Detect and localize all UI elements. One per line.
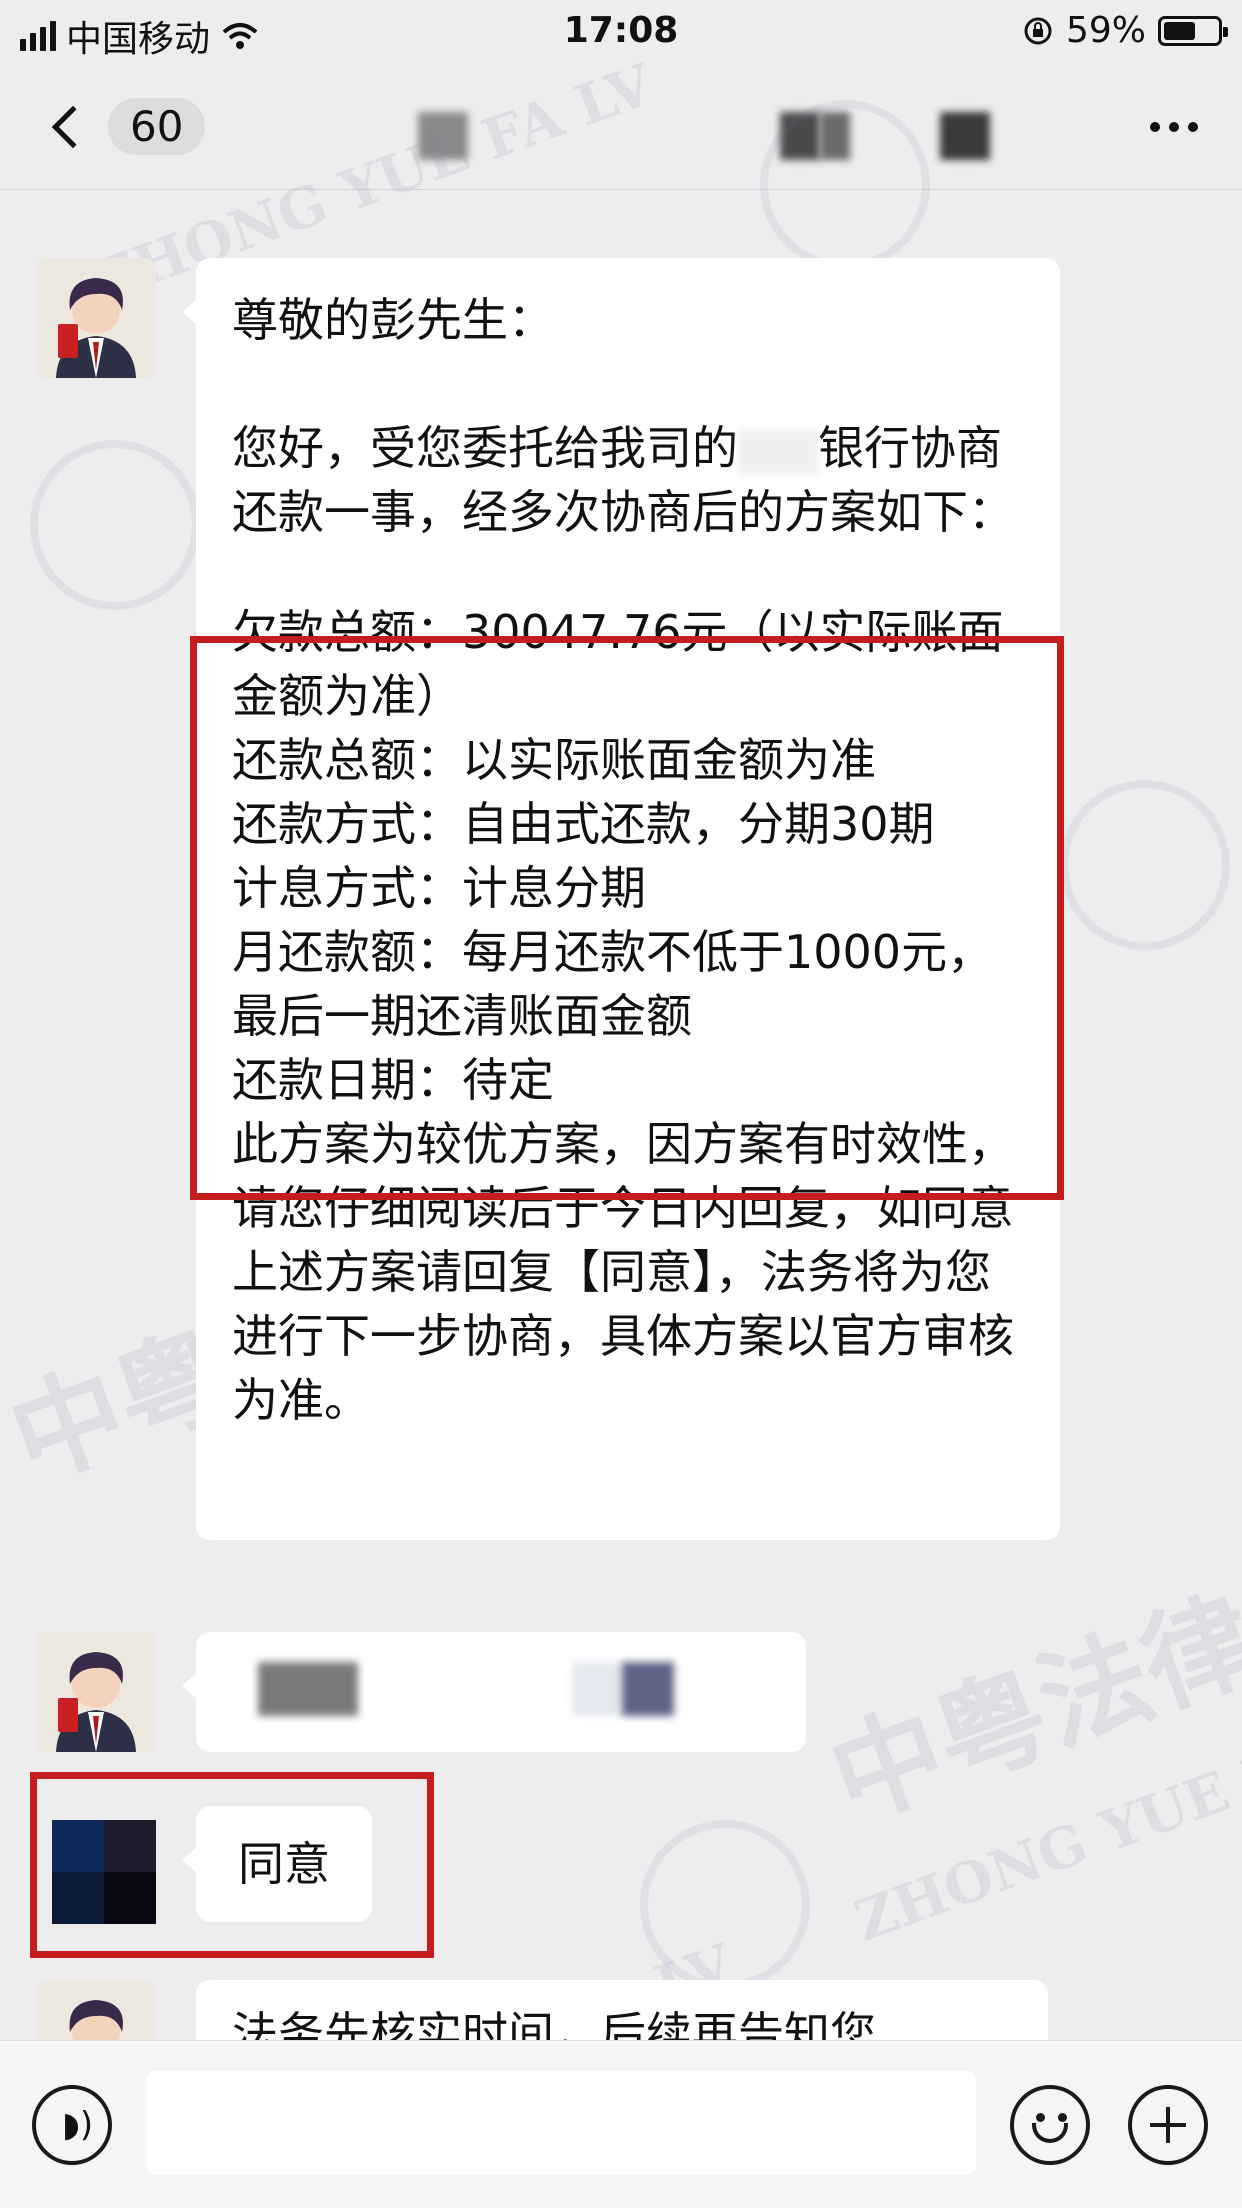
watermark-seal xyxy=(1060,780,1230,950)
voice-icon: ◗) xyxy=(62,2105,94,2145)
lawyer-avatar-icon xyxy=(36,1632,156,1752)
emoji-button[interactable] xyxy=(1010,2085,1090,2165)
watermark: 中粤法律 xyxy=(814,1573,1242,1845)
watermark-seal xyxy=(640,1820,810,1990)
input-bar: ◗) xyxy=(0,2040,1242,2208)
message-bubble-redacted xyxy=(182,1632,806,1752)
more-dots-icon xyxy=(1150,122,1160,132)
message-intro: 您好，受您委托给我司的 银行协商还款一事，经多次协商后的方案如下： xyxy=(232,421,1014,539)
redacted-text xyxy=(258,1662,358,1716)
redacted-bank-name xyxy=(738,429,818,474)
battery-icon xyxy=(1158,15,1228,46)
status-right: 59% xyxy=(1022,10,1228,51)
lawyer-avatar-icon xyxy=(36,1980,156,2040)
message-input[interactable] xyxy=(146,2071,976,2175)
battery-percent: 59% xyxy=(1065,10,1146,51)
voice-button[interactable]: ◗) xyxy=(32,2085,112,2165)
highlight-box-proposal xyxy=(190,636,1064,1200)
redacted-text xyxy=(622,1662,674,1716)
more-features-button[interactable] xyxy=(1128,2085,1208,2165)
unread-count: 60 xyxy=(108,98,206,155)
lawyer-avatar-icon xyxy=(36,258,156,378)
chevron-left-icon xyxy=(51,105,95,148)
status-bar: 中国移动 17:08 59% xyxy=(0,0,1242,62)
avatar-lawyer[interactable] xyxy=(36,1980,156,2040)
back-button[interactable]: 60 xyxy=(48,98,206,155)
avatar-lawyer[interactable] xyxy=(36,258,156,378)
more-options-button[interactable] xyxy=(1150,122,1198,132)
watermark-seal xyxy=(30,440,200,610)
message-greeting: 尊敬的彭先生： xyxy=(232,293,554,347)
redacted-text xyxy=(572,1662,622,1716)
avatar-lawyer[interactable] xyxy=(36,1632,156,1752)
nav-bar: 60 xyxy=(0,62,1242,190)
rotation-lock-icon xyxy=(1024,17,1052,44)
chat-title-redacted xyxy=(300,102,1000,162)
highlight-box-agree xyxy=(30,1772,434,1958)
watermark: ZHONG YUE FA LV xyxy=(846,1691,1242,1955)
